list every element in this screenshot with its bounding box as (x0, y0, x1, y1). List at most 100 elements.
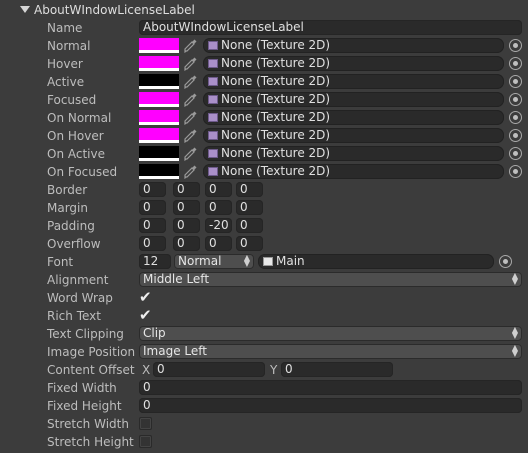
swatch-fill (139, 146, 179, 158)
texture-icon (208, 113, 218, 122)
eyedropper-icon[interactable] (182, 110, 198, 126)
rich-text-label: Rich Text (47, 309, 101, 323)
text-color-swatch[interactable] (139, 38, 179, 53)
offset-row: Margin 0 0 0 0 (0, 199, 528, 217)
text-color-swatch[interactable] (139, 164, 179, 179)
padding-field-bottom[interactable]: 0 (236, 218, 263, 233)
swatch-fill (139, 92, 179, 104)
text-color-swatch[interactable] (139, 56, 179, 71)
state-label-on-normal: On Normal (47, 111, 112, 125)
margin-field-right[interactable]: 0 (173, 200, 200, 215)
border-field-top[interactable]: 0 (205, 182, 232, 197)
content-offset-y-label: Y (270, 363, 278, 377)
rich-text-checkbox[interactable]: ✔ (139, 308, 154, 323)
background-texture-field[interactable]: None (Texture 2D) (203, 128, 504, 143)
texture-value: None (Texture 2D) (221, 146, 331, 160)
state-label-normal: Normal (47, 39, 91, 53)
object-picker-icon[interactable] (509, 111, 522, 124)
swatch-fill (139, 56, 179, 68)
border-field-left[interactable]: 0 (139, 182, 166, 197)
object-picker-icon[interactable] (509, 39, 522, 52)
content-offset-y-field[interactable]: 0 (281, 362, 393, 377)
margin-field-top[interactable]: 0 (205, 200, 232, 215)
object-picker-icon[interactable] (509, 93, 522, 106)
offset-row: Padding 0 0 -20 0 (0, 217, 528, 235)
text-color-swatch[interactable] (139, 92, 179, 107)
overflow-field-left[interactable]: 0 (139, 236, 166, 251)
object-picker-icon[interactable] (509, 75, 522, 88)
name-field[interactable]: AboutWIndowLicenseLabel (139, 20, 522, 35)
swatch-fill (139, 164, 179, 176)
state-label-active: Active (47, 75, 85, 89)
state-row: On Active None (Texture 2D) (0, 145, 528, 163)
text-color-swatch[interactable] (139, 110, 179, 125)
state-label-on-active: On Active (47, 147, 105, 161)
padding-field-right[interactable]: 0 (173, 218, 200, 233)
background-texture-field[interactable]: None (Texture 2D) (203, 56, 504, 71)
dropdown-arrows-icon: ▲ ▼ (243, 254, 250, 268)
stretch-width-row: Stretch Width (0, 415, 528, 433)
fixed-width-field[interactable]: 0 (139, 380, 522, 395)
state-label-focused: Focused (47, 93, 97, 107)
stretch-height-row: Stretch Height (0, 433, 528, 451)
swatch-alpha-bar (139, 50, 179, 53)
eyedropper-icon[interactable] (182, 74, 198, 90)
padding-field-left[interactable]: 0 (139, 218, 166, 233)
eyedropper-icon[interactable] (182, 92, 198, 108)
alignment-dropdown[interactable]: Middle Left ▲ ▼ (139, 272, 522, 287)
background-texture-field[interactable]: None (Texture 2D) (203, 74, 504, 89)
object-picker-icon[interactable] (509, 165, 522, 178)
fixed-height-field[interactable]: 0 (139, 398, 522, 413)
text-color-swatch[interactable] (139, 146, 179, 161)
object-picker-icon[interactable] (509, 147, 522, 160)
background-texture-field[interactable]: None (Texture 2D) (203, 38, 504, 53)
texture-value: None (Texture 2D) (221, 56, 331, 70)
stretch-width-checkbox[interactable] (139, 417, 152, 430)
margin-field-bottom[interactable]: 0 (236, 200, 263, 215)
text-color-swatch[interactable] (139, 74, 179, 89)
inspector-header[interactable]: AboutWIndowLicenseLabel (0, 0, 528, 19)
foldout-triangle-icon[interactable] (20, 6, 30, 13)
rich-text-row: Rich Text ✔ (0, 307, 528, 325)
background-texture-field[interactable]: None (Texture 2D) (203, 164, 504, 179)
font-style-dropdown[interactable]: Normal ▲ ▼ (174, 254, 254, 269)
word-wrap-checkbox[interactable]: ✔ (139, 290, 154, 305)
margin-field-left[interactable]: 0 (139, 200, 166, 215)
content-offset-x-field[interactable]: 0 (153, 362, 265, 377)
texture-icon (208, 59, 218, 68)
overflow-field-bottom[interactable]: 0 (236, 236, 263, 251)
name-row: Name AboutWIndowLicenseLabel (0, 19, 528, 37)
overflow-field-right[interactable]: 0 (173, 236, 200, 251)
eyedropper-icon[interactable] (182, 146, 198, 162)
swatch-alpha-bar (139, 122, 179, 125)
font-asset-field[interactable]: Main (258, 254, 494, 269)
border-field-bottom[interactable]: 0 (236, 182, 263, 197)
state-label-on-hover: On Hover (47, 129, 104, 143)
eyedropper-icon[interactable] (182, 56, 198, 72)
object-picker-icon[interactable] (509, 57, 522, 70)
texture-value: None (Texture 2D) (221, 74, 331, 88)
stretch-height-checkbox[interactable] (139, 435, 152, 448)
stretch-height-label: Stretch Height (47, 435, 134, 449)
texture-icon (208, 149, 218, 158)
state-row: Focused None (Texture 2D) (0, 91, 528, 109)
eyedropper-icon[interactable] (182, 38, 198, 54)
padding-field-top[interactable]: -20 (205, 218, 232, 233)
eyedropper-icon[interactable] (182, 128, 198, 144)
font-object-picker-icon[interactable] (499, 255, 512, 268)
overflow-field-top[interactable]: 0 (205, 236, 232, 251)
content-offset-row: Content Offset X 0 Y 0 (0, 361, 528, 379)
font-size-field[interactable]: 12 (139, 254, 171, 269)
texture-value: None (Texture 2D) (221, 92, 331, 106)
eyedropper-icon[interactable] (182, 164, 198, 180)
state-row: Active None (Texture 2D) (0, 73, 528, 91)
text-clipping-label: Text Clipping (47, 327, 124, 341)
text-color-swatch[interactable] (139, 128, 179, 143)
object-picker-icon[interactable] (509, 129, 522, 142)
border-field-right[interactable]: 0 (173, 182, 200, 197)
image-position-dropdown[interactable]: Image Left ▲ ▼ (139, 344, 522, 359)
background-texture-field[interactable]: None (Texture 2D) (203, 92, 504, 107)
background-texture-field[interactable]: None (Texture 2D) (203, 110, 504, 125)
text-clipping-dropdown[interactable]: Clip ▲ ▼ (139, 326, 522, 341)
background-texture-field[interactable]: None (Texture 2D) (203, 146, 504, 161)
